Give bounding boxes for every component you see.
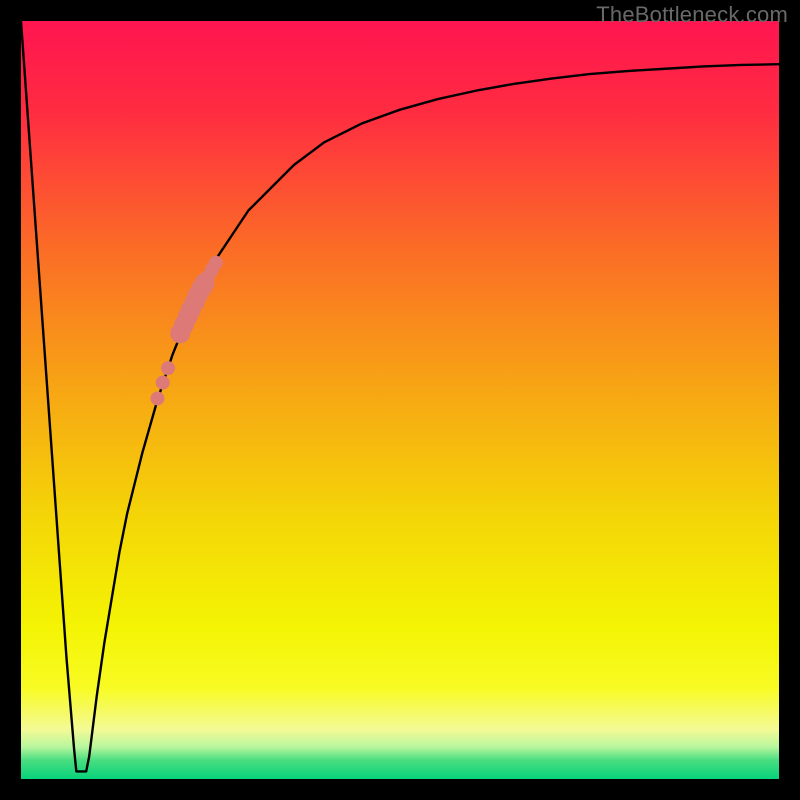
marker-dot bbox=[150, 391, 164, 405]
marker-dot bbox=[156, 376, 170, 390]
marker-dot bbox=[209, 256, 223, 270]
chart-stage: { "watermark": "TheBottleneck.com", "col… bbox=[0, 0, 800, 800]
marker-dot bbox=[161, 361, 175, 375]
plot-background bbox=[21, 21, 779, 779]
watermark-text: TheBottleneck.com bbox=[596, 2, 788, 28]
bottleneck-chart bbox=[0, 0, 800, 800]
